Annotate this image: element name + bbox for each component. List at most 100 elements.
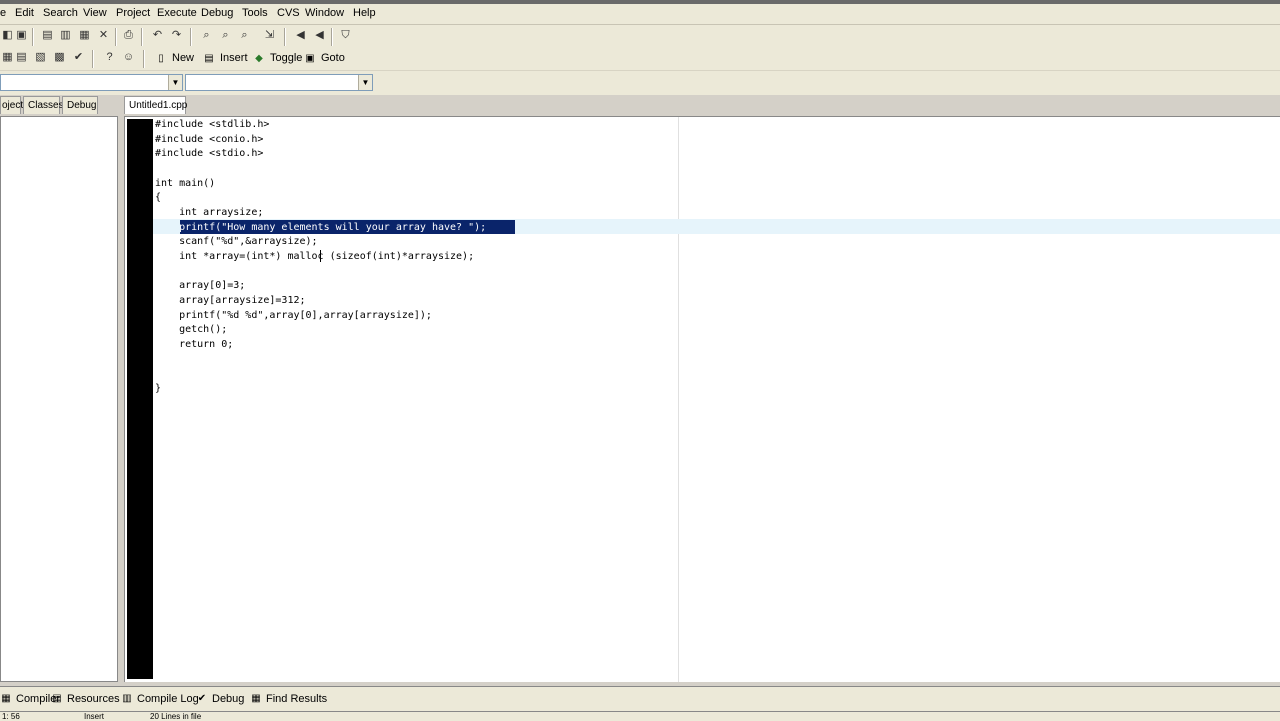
print-icon[interactable]: ⎙ xyxy=(121,28,136,43)
code-line: array[0]=3; xyxy=(155,280,246,291)
toolbar-separator xyxy=(141,28,143,46)
insert-button-label: Insert xyxy=(220,52,248,64)
menu-edit[interactable]: Edit xyxy=(15,7,34,19)
rebuild-icon[interactable]: ▩ xyxy=(52,50,67,65)
editor-gutter xyxy=(127,119,153,679)
code-line: int arraysize; xyxy=(155,207,264,218)
insert-button[interactable]: ▤ Insert xyxy=(202,50,248,67)
tab-compile-log[interactable]: ▥ Compile Log xyxy=(121,691,199,707)
code-line: int main() xyxy=(155,178,216,189)
secondary-toolbar: ▦ ▤ ▧ ▩ ✔ ? ☺ ▯ New ▤ Insert ◆ Toggle ▣ Goto xyxy=(0,47,1280,71)
find-next-icon[interactable]: ⌕ xyxy=(237,28,252,43)
new-button[interactable]: ▯ New xyxy=(154,50,194,67)
bookmark-icon: ◆ xyxy=(255,52,263,64)
run-icon[interactable]: ▤ xyxy=(14,50,29,65)
member-combo[interactable]: ▼ xyxy=(185,74,373,91)
goto-line-icon[interactable]: ⇲ xyxy=(262,28,277,43)
tab-compile-log-label: Compile Log xyxy=(137,693,199,705)
tab-find-results-label: Find Results xyxy=(266,693,328,705)
code-editor[interactable]: #include <stdlib.h> #include <conio.h> #… xyxy=(124,116,1280,682)
code-line: int *array=(int*) malloc (sizeof(int)*ar… xyxy=(155,251,475,262)
tab-debug-label: Debug xyxy=(212,693,245,705)
goto-button-label: Goto xyxy=(321,52,345,64)
code-line: return 0; xyxy=(155,339,234,350)
close-project-icon[interactable]: ✕ xyxy=(96,28,111,43)
find-results-icon: ▦ xyxy=(251,693,261,705)
toolbar-separator xyxy=(115,28,117,46)
code-line: #include <stdlib.h> xyxy=(155,119,270,130)
bottom-panel-tabs: ▦ Compiler ▤ Resources ▥ Compile Log ✔ Debug… xyxy=(0,686,1280,711)
menu-bar: e Edit Search View Project Execute Debug… xyxy=(0,4,1280,25)
menu-view[interactable]: View xyxy=(83,7,107,19)
chevron-down-icon[interactable]: ▼ xyxy=(358,75,372,90)
tab-classes[interactable]: Classes xyxy=(23,96,64,114)
about-icon[interactable]: ☺ xyxy=(121,50,136,65)
save-all-icon[interactable]: ▤ xyxy=(40,28,55,43)
find-icon[interactable]: ⌕ xyxy=(199,28,214,43)
redo-icon[interactable]: ↷ xyxy=(169,28,184,43)
compile-log-icon: ▥ xyxy=(122,693,132,705)
new-button-label: New xyxy=(172,52,195,64)
resources-icon: ▤ xyxy=(52,693,62,705)
menu-file[interactable]: e xyxy=(0,7,6,19)
project-browser-panel[interactable] xyxy=(0,116,118,682)
menu-debug[interactable]: Debug xyxy=(201,7,233,19)
tab-resources[interactable]: ▤ Resources xyxy=(51,691,120,707)
code-line: getch(); xyxy=(155,324,228,335)
editor-tabs: Untitled1.cpp xyxy=(124,96,244,116)
undo-icon[interactable]: ↶ xyxy=(150,28,165,43)
toggle-button[interactable]: ◆ Toggle xyxy=(252,50,302,67)
tab-untitled1-cpp[interactable]: Untitled1.cpp xyxy=(124,96,187,114)
class-combo[interactable]: ▼ xyxy=(0,74,183,91)
compile-run-icon[interactable]: ▧ xyxy=(33,50,48,65)
toolbar-separator xyxy=(143,50,145,68)
menu-help[interactable]: Help xyxy=(353,7,376,19)
save-icon[interactable]: ▣ xyxy=(14,28,29,43)
menu-execute[interactable]: Execute xyxy=(157,7,197,19)
menu-window[interactable]: Window xyxy=(305,7,344,19)
toolbar-separator xyxy=(32,28,34,46)
check-icon: ✔ xyxy=(197,693,207,705)
text-cursor-ibeam xyxy=(320,250,321,262)
chevron-down-icon[interactable]: ▼ xyxy=(168,75,182,90)
tab-resources-label: Resources xyxy=(67,693,120,705)
shield-icon[interactable]: ⛉ xyxy=(338,28,353,43)
code-line-selected: printf("How many elements will your arra… xyxy=(155,222,487,233)
tab-debug[interactable]: Debug xyxy=(62,96,98,114)
toggle-button-label: Toggle xyxy=(270,52,303,64)
toolbar-separator xyxy=(284,28,286,46)
toolbar-separator xyxy=(190,28,192,46)
main-toolbar: ◧ ▣ ▤ ▥ ▦ ✕ ⎙ ↶ ↷ ⌕ ⌕ ⌕ ⇲ ◀ ◀ ⛉ xyxy=(0,25,1280,48)
tab-find-results[interactable]: ▦ Find Results xyxy=(250,691,327,707)
code-line: printf("%d %d",array[0],array[arraysize]… xyxy=(155,310,432,321)
menu-tools[interactable]: Tools xyxy=(242,7,268,19)
close-file-icon[interactable]: ▥ xyxy=(58,28,73,43)
code-line: array[arraysize]=312; xyxy=(155,295,306,306)
close-all-icon[interactable]: ▦ xyxy=(77,28,92,43)
menu-search[interactable]: Search xyxy=(43,7,78,19)
back-icon[interactable]: ◀ xyxy=(293,28,308,43)
menu-cvs[interactable]: CVS xyxy=(277,7,300,19)
code-line: #include <stdio.h> xyxy=(155,148,264,159)
compiler-icon: ▦ xyxy=(1,693,11,705)
help-icon[interactable]: ? xyxy=(102,50,117,65)
code-line: } xyxy=(155,383,162,394)
new-class-icon: ▯ xyxy=(158,52,164,64)
menu-project[interactable]: Project xyxy=(116,7,150,19)
replace-icon[interactable]: ⌕ xyxy=(218,28,233,43)
code-line: scanf("%d",&arraysize); xyxy=(155,236,318,247)
check-icon[interactable]: ✔ xyxy=(71,50,86,65)
toolbar-separator xyxy=(92,50,94,68)
code-line: #include <conio.h> xyxy=(155,134,264,145)
toolbar-separator xyxy=(331,28,333,46)
forward-icon[interactable]: ◀ xyxy=(312,28,327,43)
open-icon[interactable]: ◧ xyxy=(0,28,15,43)
insert-icon: ▤ xyxy=(204,52,214,64)
goto-icon: ▣ xyxy=(305,52,315,64)
compile-icon[interactable]: ▦ xyxy=(0,50,15,65)
tab-debug-bottom[interactable]: ✔ Debug xyxy=(196,691,245,707)
tab-project[interactable]: oject xyxy=(0,96,23,114)
goto-button[interactable]: ▣ Goto xyxy=(303,50,345,67)
right-margin-line xyxy=(678,117,679,682)
code-line: { xyxy=(155,192,162,203)
